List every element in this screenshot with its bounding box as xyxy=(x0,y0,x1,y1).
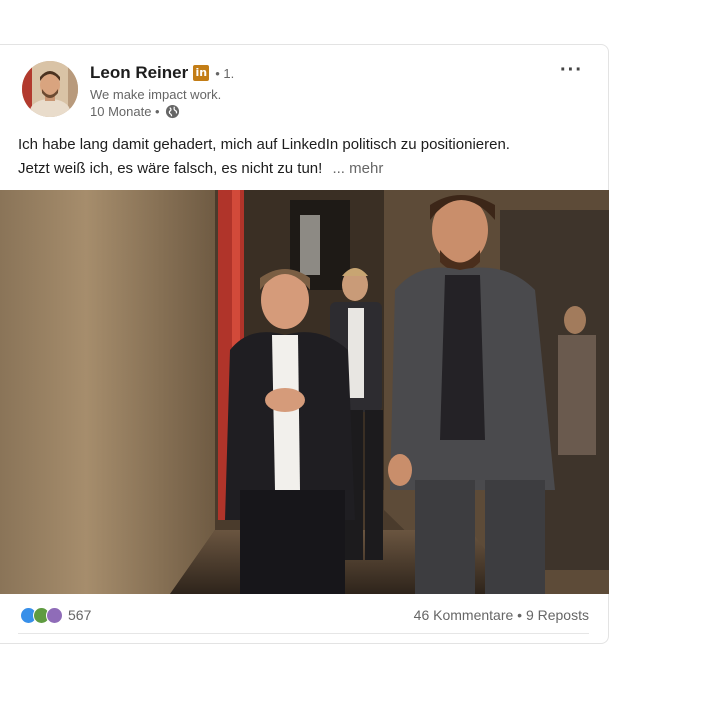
more-options-icon[interactable]: ··· xyxy=(560,59,583,82)
support-icon xyxy=(46,606,63,624)
divider xyxy=(18,633,589,634)
author-name[interactable]: Leon Reiner xyxy=(90,63,188,83)
post-text: Ich habe lang damit gehadert, mich auf L… xyxy=(18,133,593,181)
author-avatar[interactable] xyxy=(22,61,78,117)
post-time: 10 Monate • xyxy=(90,104,160,119)
post-text-line-1: Ich habe lang damit gehadert, mich auf L… xyxy=(18,136,510,153)
engagement-counts: 46 Kommentare • 9 Reposts xyxy=(414,607,589,623)
post-text-line-2-content: Jetzt weiß ich, es wäre falsch, es nicht… xyxy=(18,160,323,177)
connection-degree: • 1. xyxy=(215,65,235,81)
linkedin-post-card: Leon Reiner in • 1. We make impact work.… xyxy=(0,44,609,644)
post-text-line-2: Jetzt weiß ich, es wäre falsch, es nicht… xyxy=(18,157,593,181)
post-stats: 567 46 Kommentare • 9 Reposts xyxy=(20,603,589,627)
linkedin-premium-icon: in xyxy=(193,65,210,81)
reactions-count: 567 xyxy=(68,607,92,623)
reactions-summary[interactable]: 567 xyxy=(20,606,92,624)
reposts-link[interactable]: 9 Reposts xyxy=(526,607,589,623)
see-more-link[interactable]: ... mehr xyxy=(332,160,383,177)
globe-icon xyxy=(165,104,179,119)
comments-link[interactable]: 46 Kommentare xyxy=(414,607,514,623)
stats-separator: • xyxy=(513,607,526,623)
author-tagline: We make impact work. xyxy=(90,87,222,102)
post-meta: 10 Monate • xyxy=(90,104,180,119)
author-line: Leon Reiner in • 1. xyxy=(90,63,234,83)
post-image[interactable] xyxy=(0,190,609,594)
